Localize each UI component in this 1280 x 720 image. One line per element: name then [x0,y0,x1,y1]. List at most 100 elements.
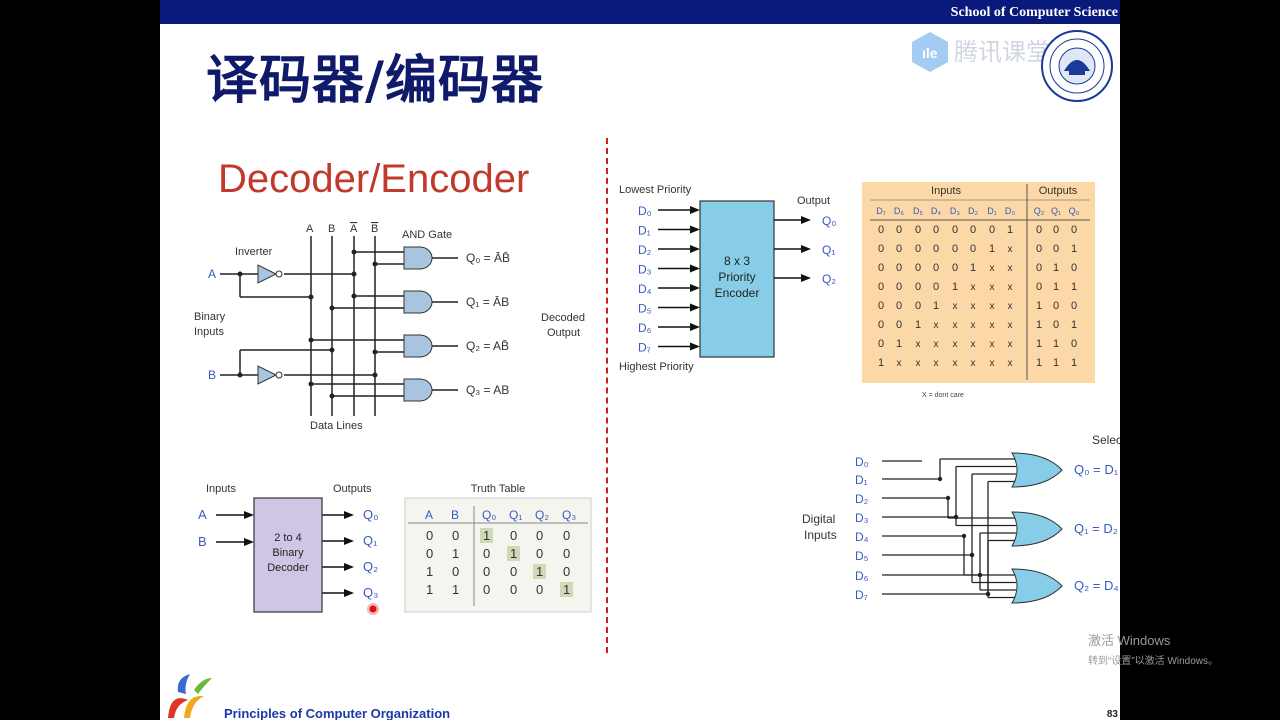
priority-table-cell: 1 [915,319,921,331]
encoder-block-line2: Priority [718,270,755,284]
equation-q0: Q₀ = D₁ + D₃ + D₅ + D₇ [1074,462,1120,477]
input-b-label: B [208,368,216,382]
priority-table-cell: 0 [1071,224,1077,236]
and-gate-q2 [403,334,433,358]
dont-care-note: X = dont care [922,392,964,399]
encoder-block-line3: Encoder [715,286,760,300]
and-gate-label: AND Gate [402,229,452,241]
priority-table-cell: 1 [1071,357,1077,369]
priority-table-cell: x [971,282,976,293]
priority-table-cell: 0 [1036,262,1042,274]
page-number: 83 [1106,709,1118,720]
data-lines-label: Data Lines [310,420,363,432]
priority-table-cell: x [1008,282,1013,293]
priority-table-cell: 1 [933,300,939,312]
priority-table-cell: 0 [896,224,902,236]
and-gate-q3 [403,378,433,402]
priority-table-cell: 0 [878,300,884,312]
priority-table-cell: 0 [1036,243,1042,255]
priority-table-cell: x [916,358,921,369]
university-seal-logo [1041,30,1113,102]
truth-table-header: Q₂ [535,508,549,522]
priority-table-cell: x [1008,358,1013,369]
or-encoder-wires: D₀ D₁ D₂ D₃ D₄ D₅ D₆ D₇ [855,455,1016,602]
block-input-b: B [198,534,207,549]
truth-table-cell: 0 [426,546,433,561]
outputs-label: Outputs [333,483,372,495]
truth-table-header: A [425,508,433,522]
priority-table-cell: 0 [896,300,902,312]
priority-table-cell: 0 [933,262,939,274]
priority-table-header: D₅ [913,206,923,216]
priority-table-cell: 0 [933,224,939,236]
encoder-input-label: D₀ [638,204,652,218]
priority-table-header: D₇ [876,206,886,216]
or-gate-encoder-circuit: Selected Output Digital Inputs D₀D₁D₂D₃D… [802,433,1120,604]
inverter-label: Inverter [235,246,273,258]
truth-table-cell: 0 [483,546,490,561]
header-bar: School of Computer Science [160,0,1120,24]
priority-table-cell: 0 [1053,319,1059,331]
svg-text:ıle: ıle [922,45,938,61]
priority-table-cell: 0 [952,243,958,255]
or-input-label: D₀ [855,455,869,469]
selected-output-label: Selected Output [1092,433,1120,447]
priority-table-cell: x [990,282,995,293]
truth-table-cell: 1 [510,546,517,561]
priority-table-cell: 1 [1036,357,1042,369]
encoder-input-arrows: D₀ D₁ D₂ D₃ D₄ D₅ D₆ D₇ [638,204,700,355]
block-input-a: A [198,507,207,522]
truth-table-cell: 0 [510,528,517,543]
priority-table-cell: x [953,320,958,331]
priority-table-cell: 0 [1036,224,1042,236]
priority-table-cell: x [990,263,995,274]
or-input-label: D₂ [855,492,869,506]
priority-table-cell: 1 [952,281,958,293]
priority-table-cell: 1 [1036,300,1042,312]
priority-table-cell: 1 [1007,224,1013,236]
truth-table-cell: 1 [563,582,570,597]
input-a-label: A [208,267,216,281]
priority-table-cell: 0 [915,224,921,236]
truth-table-header: B [451,508,459,522]
decoder-encoder-heading: Decoder/Encoder [218,157,529,201]
slide-title: 译码器/编码器 [206,51,544,111]
priority-table-cell: x [1008,339,1013,350]
block-output-q0: Q₀ [363,507,379,522]
truth-table-cell: 0 [483,564,490,579]
footer-course-title: Principles of Computer Organization [224,706,451,720]
priority-table-cell: 1 [1053,357,1059,369]
priority-table-cell: 1 [896,338,902,350]
truth-table-cell: 0 [536,528,543,543]
truth-table-cell: 0 [426,528,433,543]
priority-table-cell: 1 [1053,338,1059,350]
priority-table-cell: 1 [970,262,976,274]
priority-table-cell: x [971,339,976,350]
highest-priority-label: Highest Priority [619,361,694,373]
priority-table-cell: 0 [933,281,939,293]
equation-q1: Q₁ = D₂ + D₃ + D₆ + D₇ [1074,521,1120,536]
divider-line [606,138,608,653]
priority-table-cell: 0 [1071,262,1077,274]
priority-table-cell: 0 [878,262,884,274]
and-gate-q0 [403,246,433,270]
truth-table-cell: 0 [563,528,570,543]
priority-table-cell: x [897,358,902,369]
arrow-icon [690,284,700,292]
truth-table-header: Q₃ [562,508,576,522]
arrow-icon [690,245,700,253]
and-gate-q1 [403,290,433,314]
priority-table-cell: 0 [878,243,884,255]
encoder-input-label: D₅ [638,302,652,316]
inverter-gate-a [257,264,283,284]
priority-table-cell: x [953,358,958,369]
priority-table-cell: 1 [989,243,995,255]
or-input-label: D₅ [855,549,869,563]
arrow-icon [690,323,700,331]
priority-table-cell: 0 [915,281,921,293]
watermark: ıle 腾讯课堂 [912,32,1048,72]
encoder-input-label: D₂ [638,243,652,257]
or-input-label: D₃ [855,511,869,525]
activation-subtitle: 转到“设置”以激活 Windows。 [1088,656,1219,667]
arrow-icon [690,303,700,312]
